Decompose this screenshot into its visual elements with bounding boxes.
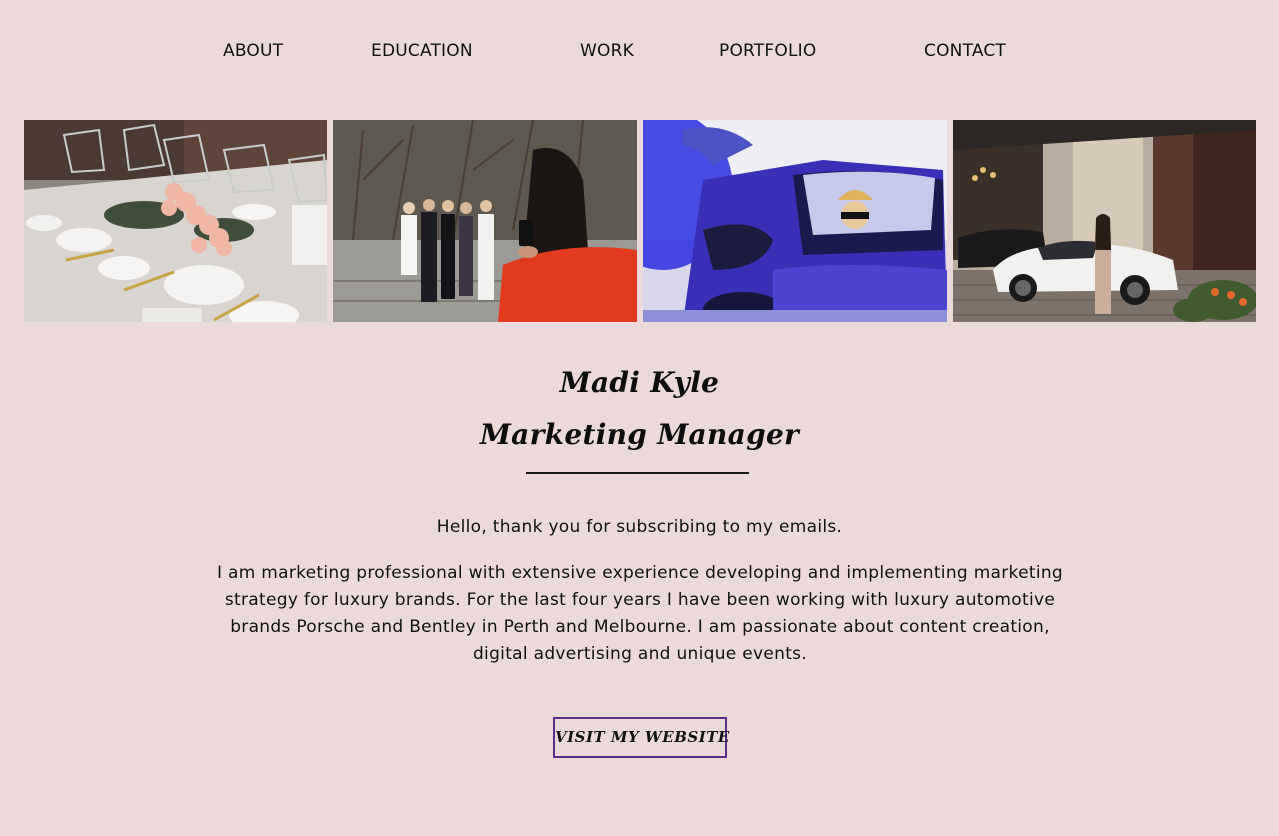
job-title: Marketing Manager (479, 418, 800, 451)
nav-contact[interactable]: CONTACT (924, 38, 1006, 64)
nav-about[interactable]: ABOUT (223, 38, 283, 64)
photo-table-setting (24, 120, 327, 322)
nav-portfolio[interactable]: PORTFOLIO (719, 38, 816, 64)
main-nav: ABOUT EDUCATION WORK PORTFOLIO CONTACT (0, 38, 1279, 64)
photo-white-car (953, 120, 1256, 322)
person-name: Madi Kyle (559, 366, 720, 399)
greeting-text: Hello, thank you for subscribing to my e… (436, 517, 843, 537)
visit-website-button[interactable]: Visit my website (553, 717, 729, 758)
photo-blue-convertible (643, 120, 947, 322)
divider (526, 472, 749, 474)
photo-gallery (24, 120, 1256, 322)
photo-group-event (333, 120, 637, 322)
nav-education[interactable]: EDUCATION (371, 38, 473, 64)
bio-text: I am marketing professional with extensi… (216, 563, 1064, 664)
nav-work[interactable]: WORK (580, 38, 634, 64)
